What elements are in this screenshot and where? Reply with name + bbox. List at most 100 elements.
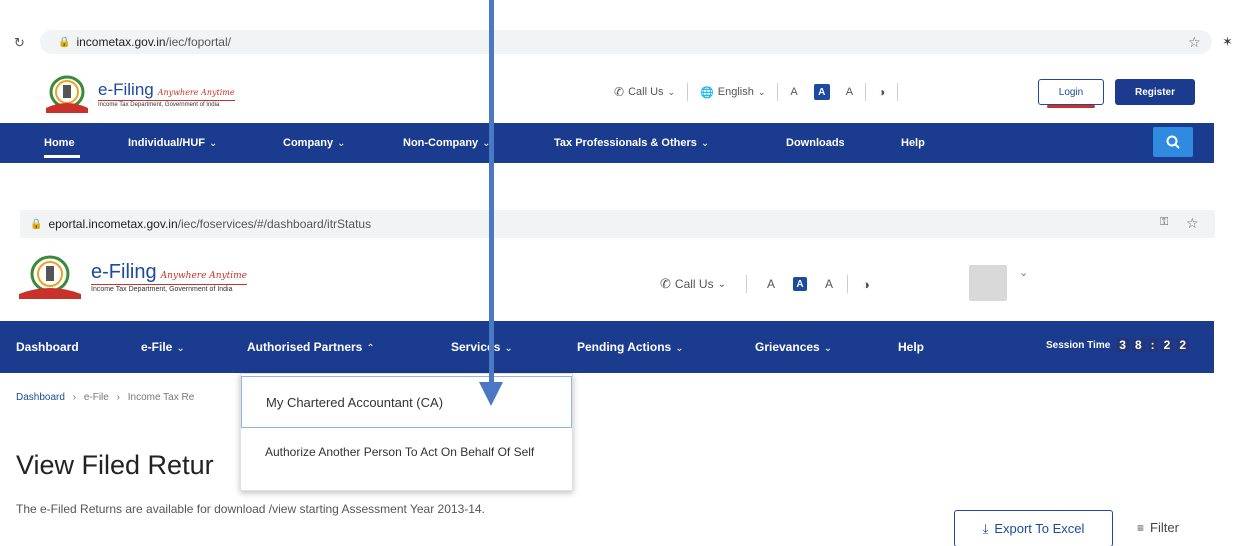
- main-nav-top: Home Individual/HUF ⌄ Company ⌄ Non-Compan…: [0, 123, 1214, 163]
- address-bar-top[interactable]: 🔒 incometax.gov.in/iec/foportal/: [40, 30, 1212, 54]
- filter-button[interactable]: ≡ Filter: [1137, 520, 1179, 535]
- authorised-partners-dropdown: My Chartered Accountant (CA) Authorize A…: [240, 373, 573, 491]
- chevron-down-icon: ⌄: [209, 138, 218, 149]
- brand-tagline: Anywhere Anytime: [160, 271, 248, 281]
- menu-item-authorize-another-person[interactable]: Authorize Another Person To Act On Behal…: [241, 442, 572, 486]
- url-path: /iec/foservices/#/dashboard/itrStatus: [177, 217, 372, 231]
- chevron-down-icon[interactable]: ⌄: [1019, 266, 1028, 279]
- chevron-down-icon: ⌄: [667, 86, 676, 97]
- session-timer: Session Time 3 8 : 2 2: [1046, 338, 1190, 352]
- emblem-icon: [46, 75, 88, 113]
- nav-home-underline: [44, 155, 80, 158]
- chevron-down-icon: ⌄: [757, 86, 766, 97]
- search-icon: [1166, 135, 1180, 149]
- session-digit: 8: [1131, 338, 1145, 352]
- emblem-icon: [19, 255, 81, 299]
- session-digit: 3: [1116, 338, 1129, 352]
- search-button[interactable]: [1153, 127, 1193, 157]
- lock-icon: 🔒: [58, 36, 71, 48]
- breadcrumb-dashboard[interactable]: Dashboard: [16, 392, 65, 403]
- chevron-down-icon: ⌄: [717, 278, 726, 290]
- font-decrease-button[interactable]: A: [767, 277, 775, 291]
- brand-title: e-Filing: [91, 261, 157, 283]
- address-bar-bottom[interactable]: 🔒 eportal.incometax.gov.in/iec/foservice…: [20, 210, 1215, 238]
- bookmark-star-icon[interactable]: ☆: [1188, 34, 1201, 51]
- nav-help[interactable]: Help: [901, 137, 925, 149]
- export-label: Export To Excel: [994, 521, 1085, 536]
- chevron-down-icon: ⌄: [504, 343, 513, 354]
- url-host: eportal.incometax.gov.in: [48, 217, 178, 231]
- divider: [847, 275, 848, 293]
- login-button[interactable]: Login: [1038, 79, 1104, 108]
- nav-e-file[interactable]: e-File ⌄: [141, 340, 185, 354]
- utility-bar-top: ✆ Call Us ⌄ 🌐 English ⌄ A A A ◑: [614, 82, 910, 102]
- download-icon: ⤓: [982, 520, 989, 536]
- font-increase-button[interactable]: A: [846, 86, 853, 98]
- phone-icon: ✆: [614, 85, 625, 99]
- nav-non-company[interactable]: Non-Company ⌄: [403, 137, 491, 149]
- font-increase-button[interactable]: A: [825, 277, 833, 291]
- nav-company[interactable]: Company ⌄: [283, 137, 346, 149]
- chevron-down-icon: ⌄: [823, 343, 833, 354]
- export-to-excel-button[interactable]: ⤓ Export To Excel: [954, 510, 1113, 546]
- nav-downloads[interactable]: Downloads: [786, 137, 845, 149]
- filter-icon: ≡: [1137, 520, 1145, 535]
- nav-pending-actions[interactable]: Pending Actions ⌄: [577, 340, 684, 354]
- breadcrumb-separator: ›: [116, 392, 120, 403]
- filter-label: Filter: [1150, 520, 1179, 535]
- brand-title: e-Filing: [98, 80, 154, 99]
- font-normal-button[interactable]: A: [813, 84, 830, 100]
- nav-authorised-partners[interactable]: Authorised Partners ⌃: [247, 340, 375, 354]
- pin-icon[interactable]: ✶: [1222, 34, 1233, 50]
- main-nav-bottom: Dashboard e-File ⌄ Authorised Partners ⌃ S…: [0, 321, 1214, 373]
- brand-tagline: Anywhere Anytime: [157, 88, 235, 97]
- divider: [687, 83, 689, 101]
- annotation-arrow-shaft: [489, 0, 494, 388]
- avatar[interactable]: [969, 265, 1007, 301]
- divider: [777, 83, 779, 101]
- brand-logo-bottom[interactable]: e-Filing Anywhere Anytime Income Tax Dep…: [17, 253, 277, 301]
- reload-icon[interactable]: ↻: [14, 35, 25, 51]
- contrast-icon[interactable]: ◑: [878, 85, 885, 99]
- chevron-down-icon: ⌄: [700, 138, 710, 149]
- font-normal-button[interactable]: A: [792, 277, 807, 291]
- nav-individual-huf[interactable]: Individual/HUF ⌄: [128, 137, 217, 149]
- language-select[interactable]: English: [718, 86, 754, 98]
- lock-icon: 🔒: [30, 218, 43, 230]
- session-digit: 2: [1160, 338, 1174, 352]
- page-description: The e-Filed Returns are available for do…: [16, 502, 485, 516]
- key-icon[interactable]: ⚿: [1160, 216, 1168, 229]
- session-label: Session Time: [1046, 339, 1111, 351]
- call-us-link[interactable]: Call Us: [628, 86, 663, 98]
- page-title: View Filed Retur: [16, 450, 214, 480]
- brand-logo-top[interactable]: e-Filing Anywhere Anytime Income Tax Dep…: [44, 74, 304, 114]
- divider: [865, 83, 867, 101]
- chevron-down-icon: ⌄: [176, 343, 185, 354]
- chevron-down-icon: ⌄: [337, 138, 346, 149]
- utility-bar-bottom: ✆ Call Us ⌄ A A A ◑: [660, 272, 870, 296]
- divider: [897, 83, 899, 101]
- phone-icon: ✆: [660, 276, 671, 291]
- divider: [745, 275, 747, 293]
- register-button[interactable]: Register: [1115, 79, 1195, 105]
- call-us-link[interactable]: Call Us: [675, 277, 714, 291]
- session-digit: 2: [1176, 338, 1190, 352]
- brand-subtitle: Income Tax Department, Government of Ind…: [98, 100, 235, 108]
- nav-grievances[interactable]: Grievances ⌄: [755, 340, 832, 354]
- nav-dashboard[interactable]: Dashboard: [16, 340, 79, 354]
- bookmark-star-icon[interactable]: ☆: [1186, 215, 1199, 232]
- nav-services[interactable]: Services ⌄: [451, 340, 513, 354]
- annotation-arrow-head: [479, 382, 503, 406]
- globe-icon: 🌐: [700, 86, 714, 99]
- nav-help[interactable]: Help: [898, 340, 924, 354]
- breadcrumb-efile[interactable]: e-File: [84, 392, 109, 403]
- contrast-icon[interactable]: ◑: [862, 277, 870, 292]
- menu-item-label: Authorize Another Person To Act On Behal…: [265, 445, 535, 459]
- font-decrease-button[interactable]: A: [790, 86, 797, 98]
- brand-subtitle: Income Tax Department, Government of Ind…: [91, 284, 248, 293]
- menu-item-my-chartered-accountant[interactable]: My Chartered Accountant (CA): [241, 376, 572, 428]
- session-digit: :: [1147, 338, 1158, 352]
- nav-home[interactable]: Home: [44, 137, 75, 149]
- breadcrumb-separator: ›: [72, 392, 77, 403]
- nav-tax-professionals[interactable]: Tax Professionals & Others ⌄: [554, 137, 709, 149]
